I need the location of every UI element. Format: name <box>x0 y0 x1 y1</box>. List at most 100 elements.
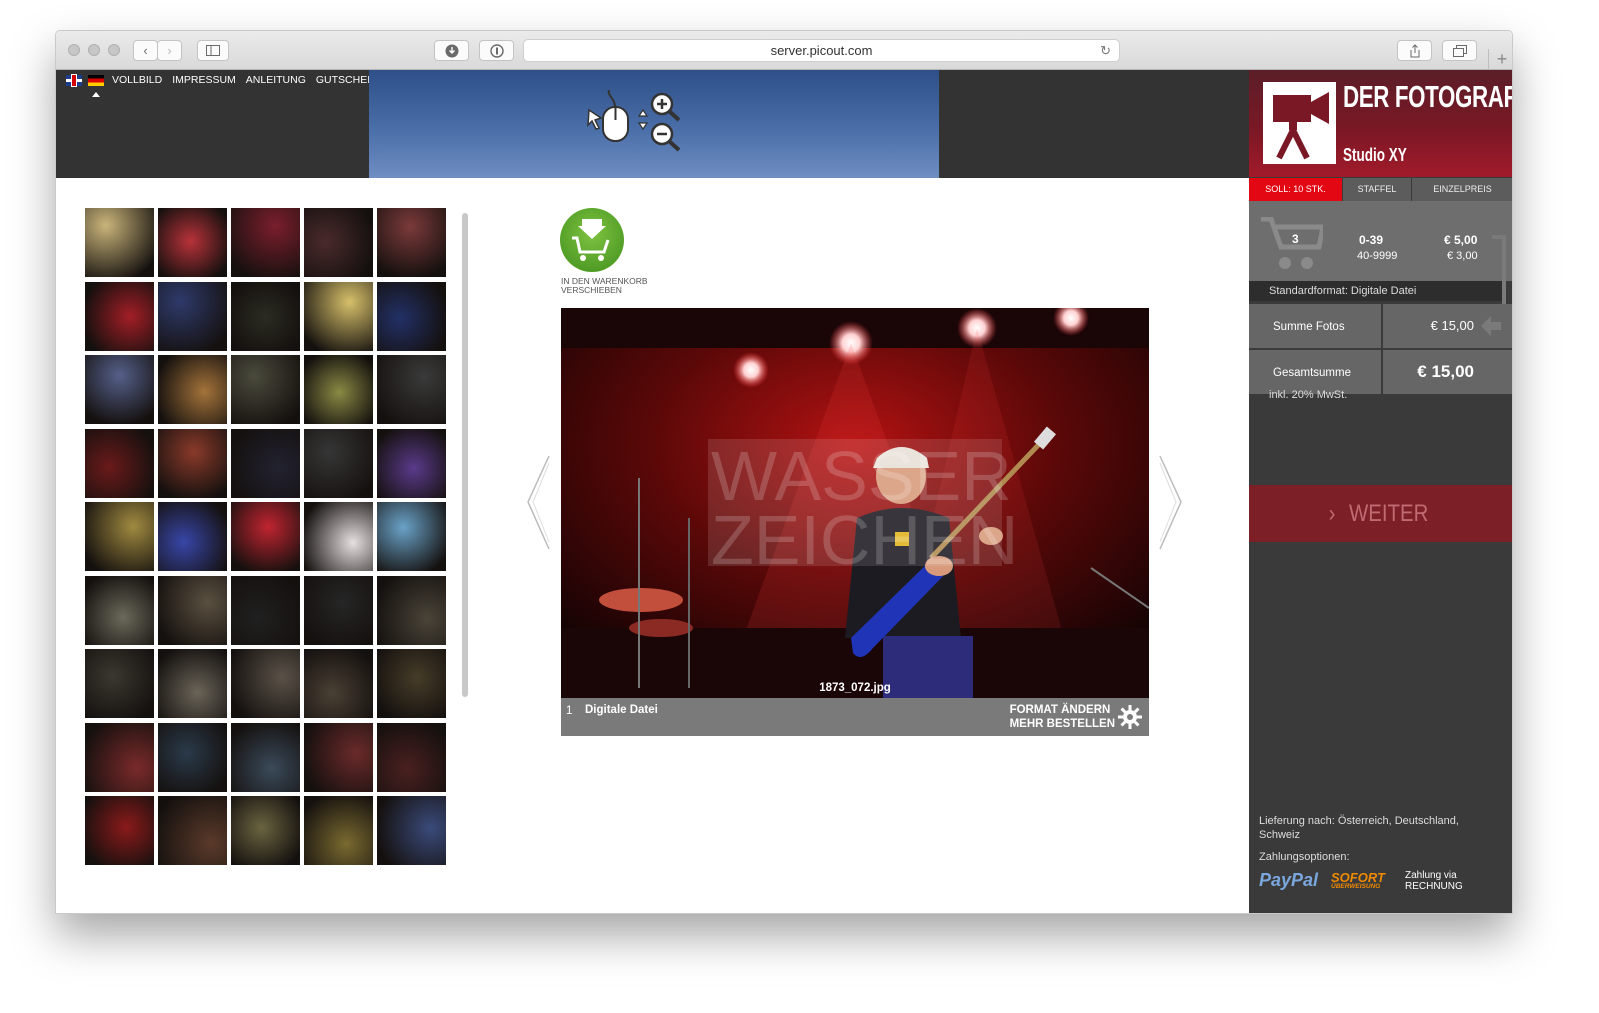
photo-thumbnail[interactable] <box>377 355 446 424</box>
photo-thumbnail[interactable] <box>304 796 373 865</box>
nav-anleitung[interactable]: ANLEITUNG <box>246 74 306 86</box>
cart-count: 3 <box>1292 232 1299 246</box>
photo-thumbnail[interactable] <box>304 649 373 718</box>
photo-thumbnail[interactable] <box>231 722 300 792</box>
photo-thumbnail[interactable] <box>158 428 227 498</box>
uk-flag-icon[interactable] <box>66 74 82 86</box>
photo-position: 1 <box>566 705 573 717</box>
brand-title: DER FOTOGRAF <box>1343 79 1513 114</box>
photo-thumbnail[interactable] <box>85 355 154 424</box>
photo-thumbnail[interactable] <box>85 502 154 571</box>
photo-thumbnail[interactable] <box>377 208 446 277</box>
photo-thumbnail[interactable] <box>231 649 300 718</box>
change-format-link[interactable]: FORMAT ÄNDERN <box>1010 703 1115 717</box>
photo-thumbnail[interactable] <box>231 796 300 865</box>
sidebar-icon[interactable] <box>197 40 229 61</box>
arrow-left-icon <box>1481 316 1501 336</box>
tab-staffel[interactable]: STAFFEL <box>1343 178 1412 201</box>
photo-thumbnail[interactable] <box>231 428 300 498</box>
photo-thumbnail[interactable] <box>158 722 227 792</box>
zoom-banner <box>369 70 939 178</box>
tab-soll[interactable]: SOLL: 10 STK. <box>1249 178 1343 201</box>
gear-icon[interactable] <box>1118 705 1142 729</box>
photo-thumbnail[interactable] <box>304 502 373 571</box>
add-to-cart-button[interactable] <box>560 208 624 272</box>
photo-actions[interactable]: FORMAT ÄNDERN MEHR BESTELLEN <box>1010 703 1115 731</box>
photo-thumbnail[interactable] <box>231 575 300 645</box>
browser-toolbar: ‹ › server.picout.com ↻ + <box>56 31 1512 70</box>
photo-thumbnail[interactable] <box>304 575 373 645</box>
photo-thumbnail[interactable] <box>377 502 446 571</box>
nav-impressum[interactable]: IMPRESSUM <box>172 74 236 86</box>
photo-thumbnail[interactable] <box>158 649 227 718</box>
zoom-window-button[interactable] <box>108 44 120 56</box>
photo-thumbnail[interactable] <box>231 281 300 351</box>
total-label: Gesamtsumme <box>1273 367 1351 379</box>
top-nav: VOLLBILD IMPRESSUM ANLEITUNG GUTSCHEIN E… <box>66 74 401 86</box>
photo-thumbnail[interactable] <box>158 355 227 424</box>
photo-thumbnail[interactable] <box>377 428 446 498</box>
photo-thumbnail[interactable] <box>377 722 446 792</box>
photo-thumbnail[interactable] <box>304 281 373 351</box>
main-photo[interactable]: WASSER ZEICHEN 1873_072.jpg <box>561 308 1149 698</box>
browser-window: ‹ › server.picout.com ↻ + VOLLBILD IMPRE… <box>55 30 1513 914</box>
photo-thumbnail[interactable] <box>158 208 227 277</box>
photo-thumbnail[interactable] <box>158 575 227 645</box>
minimize-window-button[interactable] <box>88 44 100 56</box>
tier-range: 40-9999 <box>1357 250 1398 262</box>
photo-thumbnail[interactable] <box>377 575 446 645</box>
back-icon[interactable]: ‹ <box>133 40 158 61</box>
new-tab-button[interactable]: + <box>1488 49 1512 70</box>
photo-thumbnail[interactable] <box>85 208 154 277</box>
address-bar[interactable]: server.picout.com ↻ <box>523 39 1120 62</box>
reload-icon[interactable]: ↻ <box>1100 40 1111 61</box>
photo-thumbnail[interactable] <box>304 428 373 498</box>
photo-thumbnail[interactable] <box>304 355 373 424</box>
svg-text:ZEICHEN: ZEICHEN <box>711 501 1018 579</box>
concert-photo: WASSER ZEICHEN <box>561 308 1149 698</box>
photo-sum-row: Summe Fotos € 15,00 <box>1249 304 1512 348</box>
photo-thumbnail[interactable] <box>158 281 227 351</box>
tabs-overview-icon[interactable] <box>1442 40 1477 61</box>
photo-thumbnail[interactable] <box>158 502 227 571</box>
photo-thumbnail[interactable] <box>304 208 373 277</box>
downloads-icon[interactable] <box>434 40 469 61</box>
photo-thumbnail[interactable] <box>377 281 446 351</box>
previous-image-arrow-icon[interactable] <box>525 455 551 550</box>
photo-thumbnail[interactable] <box>158 796 227 865</box>
de-flag-icon[interactable] <box>88 74 104 86</box>
forward-icon[interactable]: › <box>157 40 182 61</box>
close-window-button[interactable] <box>68 44 80 56</box>
photo-thumbnail[interactable] <box>231 502 300 571</box>
photo-thumbnail[interactable] <box>231 208 300 277</box>
tier-range: 0-39 <box>1359 233 1384 247</box>
photo-thumbnail[interactable] <box>377 796 446 865</box>
next-label: WEITER <box>1349 500 1429 527</box>
photo-thumbnail[interactable] <box>304 722 373 792</box>
photo-thumbnail[interactable] <box>85 428 154 498</box>
page: VOLLBILD IMPRESSUM ANLEITUNG GUTSCHEIN E… <box>56 70 1513 913</box>
order-more-link[interactable]: MEHR BESTELLEN <box>1010 717 1115 731</box>
nav-vollbild[interactable]: VOLLBILD <box>112 74 162 86</box>
privacy-icon[interactable] <box>479 40 514 61</box>
photo-thumbnail[interactable] <box>85 722 154 792</box>
photo-thumbnail[interactable] <box>85 575 154 645</box>
photo-thumbnail[interactable] <box>377 649 446 718</box>
paypal-logo: PayPal <box>1259 870 1319 890</box>
top-bar: VOLLBILD IMPRESSUM ANLEITUNG GUTSCHEIN E… <box>56 70 1249 178</box>
tier-price: € 5,00 <box>1444 233 1478 247</box>
photo-thumbnail[interactable] <box>85 796 154 865</box>
order-sidebar: DER FOTOGRAF Studio XY SOLL: 10 STK. STA… <box>1249 70 1513 913</box>
photo-thumbnail[interactable] <box>231 355 300 424</box>
tab-einzelpreis[interactable]: EINZELPREIS <box>1412 178 1512 201</box>
share-icon[interactable] <box>1397 40 1432 61</box>
next-image-arrow-icon[interactable] <box>1158 455 1184 550</box>
thumbnail-scrollbar[interactable] <box>462 213 468 697</box>
sum-label: Summe Fotos <box>1273 321 1345 333</box>
photo-format: Digitale Datei <box>585 704 658 716</box>
thumbnail-grid <box>85 208 446 865</box>
next-button[interactable]: › WEITER <box>1249 485 1512 542</box>
payment-label: Zahlungsoptionen: <box>1259 851 1350 863</box>
photo-thumbnail[interactable] <box>85 649 154 718</box>
photo-thumbnail[interactable] <box>85 281 154 351</box>
